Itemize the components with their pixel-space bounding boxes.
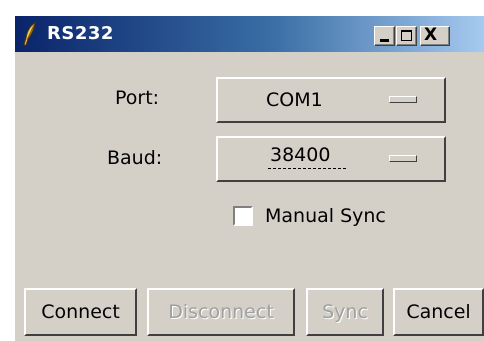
minimize-icon (380, 39, 389, 42)
connect-button[interactable]: Connect (24, 288, 137, 336)
port-select[interactable]: COM1 (216, 77, 446, 123)
maximize-button[interactable] (396, 26, 417, 46)
port-label: Port: (115, 87, 160, 109)
option-menu-indicator-icon (389, 155, 417, 162)
rs232-window: RS232 X Port: COM1 Baud: 38400 Manual Sy… (15, 16, 484, 341)
baud-select[interactable]: 38400 (216, 136, 446, 182)
feather-icon (23, 22, 36, 46)
minimize-button[interactable] (374, 26, 395, 46)
disconnect-button[interactable]: Disconnect (147, 288, 295, 336)
baud-value: 38400 (270, 144, 331, 166)
sync-button[interactable]: Sync (306, 288, 384, 336)
option-menu-indicator-icon (389, 96, 417, 103)
close-button[interactable]: X (420, 25, 450, 46)
manual-sync-checkbox[interactable] (233, 206, 253, 226)
manual-sync-label[interactable]: Manual Sync (265, 205, 386, 227)
cancel-button[interactable]: Cancel (393, 288, 484, 336)
port-value: COM1 (266, 89, 323, 111)
close-icon: X (424, 25, 438, 45)
maximize-icon (401, 30, 412, 41)
baud-label: Baud: (107, 147, 163, 169)
window-title: RS232 (47, 23, 114, 44)
focus-indicator (268, 168, 346, 169)
title-bar[interactable]: RS232 X (15, 16, 484, 52)
